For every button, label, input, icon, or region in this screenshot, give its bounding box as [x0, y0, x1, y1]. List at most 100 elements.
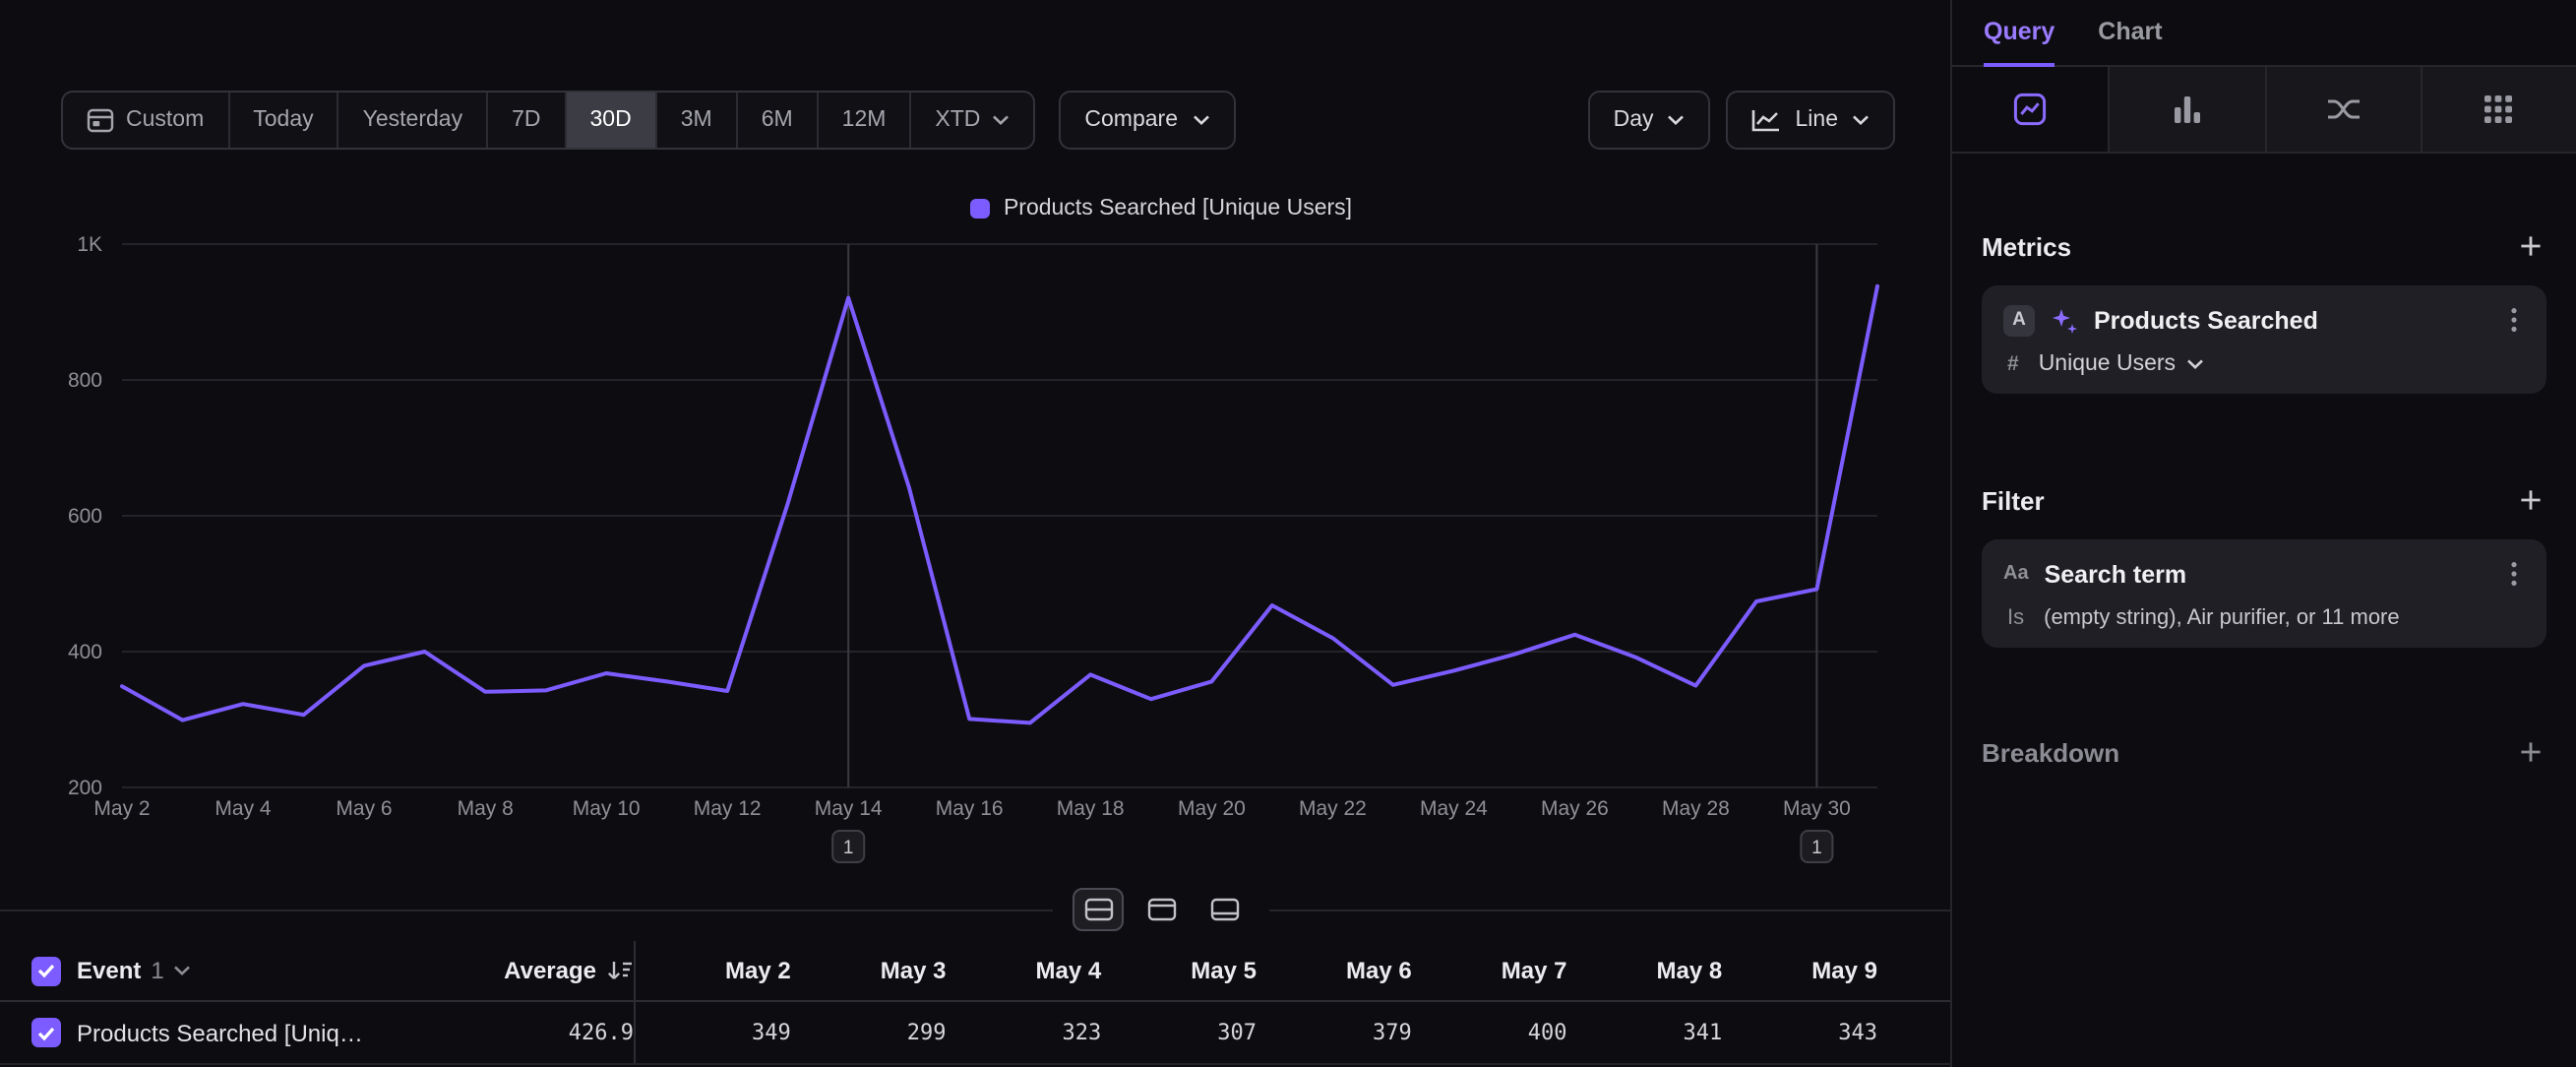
x-axis-label: May 24: [1420, 797, 1488, 820]
row-event-cell: Products Searched [Unique Users]: [0, 1018, 453, 1047]
date-range-6m[interactable]: 6M: [736, 93, 817, 148]
date-column-header[interactable]: May 8: [1567, 957, 1723, 984]
tab-insights-chart[interactable]: [1952, 67, 2109, 152]
filter-operator[interactable]: Is: [2007, 606, 2024, 630]
value-cell: 341: [1567, 1020, 1723, 1045]
y-axis-label: 1K: [77, 233, 102, 256]
svg-text:1: 1: [843, 838, 854, 858]
compare-button[interactable]: Compare: [1059, 91, 1235, 150]
annotation-badge[interactable]: 1: [832, 831, 864, 862]
breakdown-section-header: Breakdown: [1982, 736, 2546, 768]
select-all-checkbox[interactable]: [31, 956, 61, 985]
date-range-label: 30D: [590, 108, 632, 132]
layout-toggle-group: [1053, 888, 1269, 931]
chevron-down-icon: [174, 965, 192, 976]
x-axis-label: May 18: [1057, 797, 1125, 820]
chevron-down-icon: [1192, 114, 1209, 126]
sort-icon[interactable]: [606, 959, 634, 982]
event-sparkle-icon: [2051, 306, 2078, 334]
date-range-label: Custom: [126, 108, 204, 132]
x-axis-label: May 28: [1662, 797, 1730, 820]
y-axis-label: 600: [68, 505, 102, 528]
tab-more-charts[interactable]: [2421, 67, 2576, 152]
granularity-button[interactable]: Day: [1588, 91, 1711, 150]
value-cell: 299: [791, 1020, 947, 1045]
event-label: Event: [77, 957, 141, 984]
breakdown-heading: Breakdown: [1982, 737, 2119, 767]
date-range-label: Today: [253, 108, 313, 132]
date-range-30d[interactable]: 30D: [565, 93, 655, 148]
y-axis-label: 200: [68, 777, 102, 799]
layout-chart-table-button[interactable]: [1073, 888, 1124, 931]
x-axis-label: May 16: [936, 797, 1004, 820]
date-range-xtd[interactable]: XTD: [909, 93, 1033, 148]
metric-name: Products Searched: [2094, 306, 2318, 334]
filter-condition-row: Is (empty string), Air purifier, or 11 m…: [2003, 606, 2525, 630]
date-column-header[interactable]: May 7: [1412, 957, 1567, 984]
insights-line-chart-icon: [2013, 93, 2047, 126]
metric-kebab-menu[interactable]: [2503, 303, 2525, 337]
analytics-app: Custom Today Yesterday 7D 30D 3M6M 12M XTD Comp…: [0, 0, 2576, 1067]
metric-card-row: A Products Searched: [2003, 303, 2525, 337]
tab-flows-chart[interactable]: [2264, 67, 2421, 152]
date-range-3m[interactable]: 3M: [655, 93, 736, 148]
filter-values[interactable]: (empty string), Air purifier, or 11 more: [2044, 606, 2400, 630]
average-header-cell: Average: [453, 957, 634, 984]
chevron-down-icon: [2185, 358, 2203, 370]
date-range-today[interactable]: Today: [227, 93, 337, 148]
date-column-header[interactable]: May 9: [1722, 957, 1877, 984]
aggregation-label: Unique Users: [2039, 352, 2176, 376]
metric-aggregation-row: # Unique Users: [2003, 352, 2525, 376]
date-range-label: Yesterday: [363, 108, 462, 132]
row-average-value: 426.9: [453, 1020, 634, 1045]
metric-letter-badge: A: [2003, 304, 2035, 336]
check-icon: [37, 1025, 55, 1040]
tab-query[interactable]: Query: [1984, 0, 2055, 67]
sidebar-content: Metrics A Products Searched #: [1952, 230, 2576, 768]
annotation-badge[interactable]: 1: [1801, 831, 1832, 862]
filter-kebab-menu[interactable]: [2503, 557, 2525, 591]
tab-bar-chart[interactable]: [2109, 67, 2265, 152]
date-range-7d[interactable]: 7D: [486, 93, 564, 148]
value-cell: 307: [1101, 1020, 1257, 1045]
chevron-down-icon: [1852, 114, 1870, 126]
metrics-heading: Metrics: [1982, 231, 2071, 261]
value-cell: 343: [1722, 1020, 1877, 1045]
tab-chart[interactable]: Chart: [2098, 0, 2162, 67]
date-range-12m[interactable]: 12M: [817, 93, 910, 148]
plus-icon: [2519, 488, 2543, 512]
layout-chart-only-button[interactable]: [1135, 888, 1187, 931]
filter-card[interactable]: Aa Search term Is (empty string), Air pu…: [1982, 539, 2546, 648]
x-axis-label: May 2: [93, 797, 150, 820]
value-cell: 349: [636, 1020, 791, 1045]
date-column-header[interactable]: May 2: [636, 957, 791, 984]
aggregation-selector[interactable]: Unique Users: [2039, 352, 2203, 376]
toolbar-right-group: Day Line: [1588, 91, 1895, 150]
check-icon: [37, 963, 55, 978]
date-range-label: 12M: [842, 108, 887, 132]
add-metric-button[interactable]: [2515, 230, 2546, 262]
date-column-header[interactable]: May 3: [791, 957, 947, 984]
date-column-header[interactable]: May 6: [1257, 957, 1412, 984]
layout-table-only-button[interactable]: [1198, 888, 1250, 931]
x-axis-label: May 12: [694, 797, 762, 820]
main-panel: Custom Today Yesterday 7D 30D 3M6M 12M XTD Comp…: [0, 0, 1950, 1067]
date-range-custom[interactable]: Custom: [63, 93, 227, 148]
x-axis-label: May 26: [1541, 797, 1609, 820]
chart-type-button[interactable]: Line: [1727, 91, 1896, 150]
add-filter-button[interactable]: [2515, 484, 2546, 516]
table-row[interactable]: Products Searched [Unique Users] 426.9 3…: [0, 1002, 1950, 1065]
chart-series-line[interactable]: [122, 286, 1877, 723]
row-checkbox[interactable]: [31, 1018, 61, 1047]
flows-chart-icon: [2325, 96, 2361, 122]
line-chart[interactable]: 1K80060040020011May 2May 4May 6May 8May …: [0, 177, 1950, 890]
date-range-label: 7D: [512, 108, 540, 132]
event-selector[interactable]: Event 1: [77, 957, 192, 984]
add-breakdown-button[interactable]: [2515, 736, 2546, 768]
date-column-header[interactable]: May 4: [947, 957, 1102, 984]
layout-bottom-icon: [1209, 898, 1239, 921]
date-column-header[interactable]: May 5: [1101, 957, 1257, 984]
metric-card[interactable]: A Products Searched # Unique Users: [1982, 285, 2546, 394]
section-divider: [0, 910, 1950, 911]
date-range-yesterday[interactable]: Yesterday: [337, 93, 486, 148]
